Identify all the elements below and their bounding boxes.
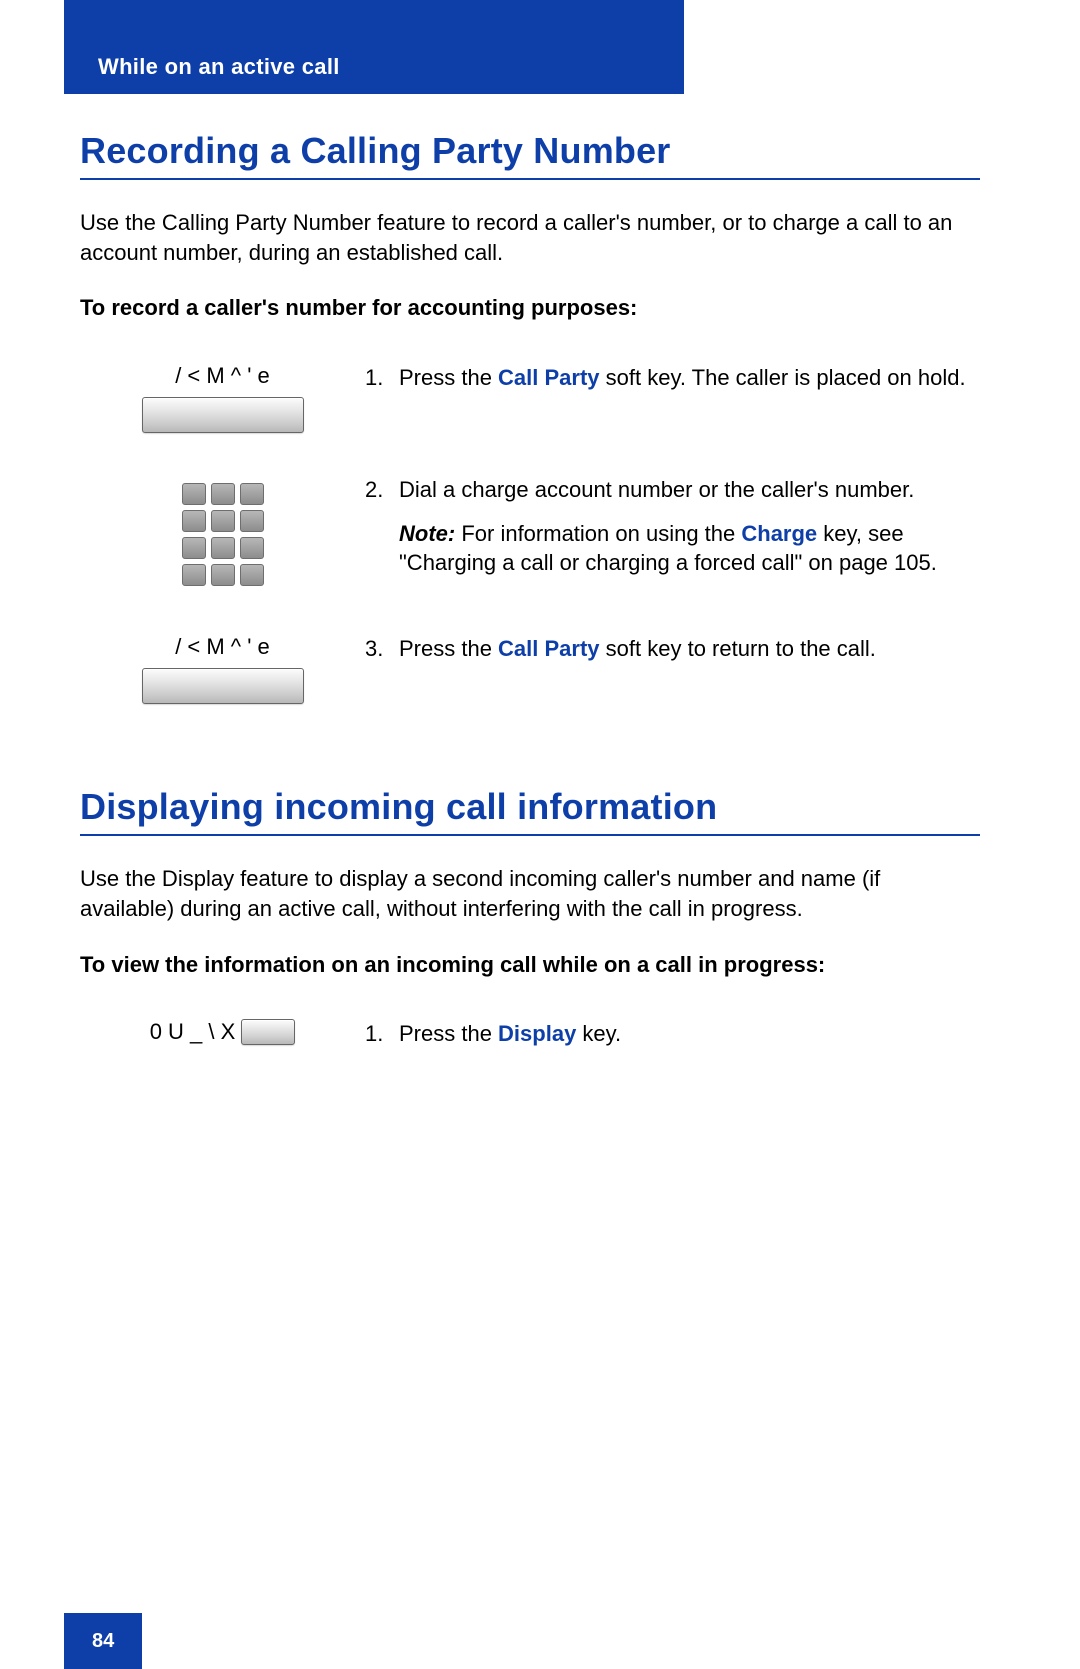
step-row: 0 U _ \ X 1. Press the Display key. bbox=[80, 1019, 980, 1063]
task-heading: To view the information on an incoming c… bbox=[80, 950, 980, 980]
chapter-header: While on an active call bbox=[64, 0, 684, 94]
step-text: Press the Call Party soft key. The calle… bbox=[399, 363, 966, 407]
text: soft key to return to the call. bbox=[600, 636, 876, 661]
keypad-key bbox=[182, 510, 206, 532]
page-content: Recording a Calling Party Number Use the… bbox=[80, 120, 980, 1105]
step-row: / < M ^ ' e 3. Press the Call Party soft… bbox=[80, 634, 980, 704]
note-label: Note: bbox=[399, 521, 455, 546]
step-number: 1. bbox=[365, 363, 399, 407]
heading-rule bbox=[80, 178, 980, 180]
text: For information on using the bbox=[455, 521, 741, 546]
step-text: Press the Display key. bbox=[399, 1019, 621, 1063]
heading-rule bbox=[80, 834, 980, 836]
step-row: 2. Dial a charge account number or the c… bbox=[80, 475, 980, 592]
step-number: 2. bbox=[365, 475, 399, 592]
keypad-key bbox=[240, 483, 264, 505]
step-icon-column: 0 U _ \ X bbox=[80, 1019, 365, 1045]
text: soft key. The caller is placed on hold. bbox=[600, 365, 966, 390]
section-intro: Use the Display feature to display a sec… bbox=[80, 864, 980, 923]
step-number: 1. bbox=[365, 1019, 399, 1063]
keypad-key bbox=[182, 483, 206, 505]
step-text: Dial a charge account number or the call… bbox=[399, 475, 980, 592]
softkey-icon bbox=[241, 1019, 295, 1045]
step-row: / < M ^ ' e 1. Press the Call Party soft… bbox=[80, 363, 980, 433]
step-text-column: 2. Dial a charge account number or the c… bbox=[365, 475, 980, 592]
keypad-key bbox=[240, 510, 264, 532]
step-text-column: 1. Press the Call Party soft key. The ca… bbox=[365, 363, 980, 407]
steps-list: / < M ^ ' e 1. Press the Call Party soft… bbox=[80, 363, 980, 704]
keypad-key bbox=[240, 537, 264, 559]
keypad-key bbox=[182, 564, 206, 586]
softkey-icon bbox=[142, 397, 304, 433]
page-number: 84 bbox=[92, 1630, 114, 1653]
text: Press the bbox=[399, 1021, 498, 1046]
inline-key-row: 0 U _ \ X bbox=[150, 1019, 296, 1045]
step-icon-column: / < M ^ ' e bbox=[80, 363, 365, 433]
key-term-call-party: Call Party bbox=[498, 365, 600, 390]
softkey-label: / < M ^ ' e bbox=[175, 363, 270, 389]
steps-list: 0 U _ \ X 1. Press the Display key. bbox=[80, 1019, 980, 1063]
softkey-icon bbox=[142, 668, 304, 704]
step-text-column: 3. Press the Call Party soft key to retu… bbox=[365, 634, 980, 678]
key-term-call-party: Call Party bbox=[498, 636, 600, 661]
text: Press the bbox=[399, 636, 498, 661]
keypad-key bbox=[211, 537, 235, 559]
keypad-key bbox=[211, 510, 235, 532]
key-term-display: Display bbox=[498, 1021, 576, 1046]
text: Press the bbox=[399, 365, 498, 390]
section-heading: Displaying incoming call information bbox=[80, 786, 980, 828]
document-page: While on an active call Recording a Call… bbox=[0, 0, 1080, 1669]
keypad-key bbox=[182, 537, 206, 559]
step-text-column: 1. Press the Display key. bbox=[365, 1019, 980, 1063]
text: key. bbox=[576, 1021, 621, 1046]
task-heading: To record a caller's number for accounti… bbox=[80, 293, 980, 323]
page-footer: 84 bbox=[64, 1613, 142, 1669]
section-intro: Use the Calling Party Number feature to … bbox=[80, 208, 980, 267]
keypad-key bbox=[211, 483, 235, 505]
chapter-title: While on an active call bbox=[98, 54, 340, 80]
section-heading: Recording a Calling Party Number bbox=[80, 130, 980, 172]
step-icon-column bbox=[80, 475, 365, 586]
keypad-icon bbox=[182, 483, 264, 586]
step-text: Press the Call Party soft key to return … bbox=[399, 634, 876, 678]
step-icon-column: / < M ^ ' e bbox=[80, 634, 365, 704]
text: Dial a charge account number or the call… bbox=[399, 475, 980, 505]
softkey-label: / < M ^ ' e bbox=[175, 634, 270, 660]
keypad-key bbox=[211, 564, 235, 586]
step-number: 3. bbox=[365, 634, 399, 678]
softkey-label: 0 U _ \ X bbox=[150, 1019, 236, 1045]
key-term-charge: Charge bbox=[741, 521, 817, 546]
keypad-key bbox=[240, 564, 264, 586]
